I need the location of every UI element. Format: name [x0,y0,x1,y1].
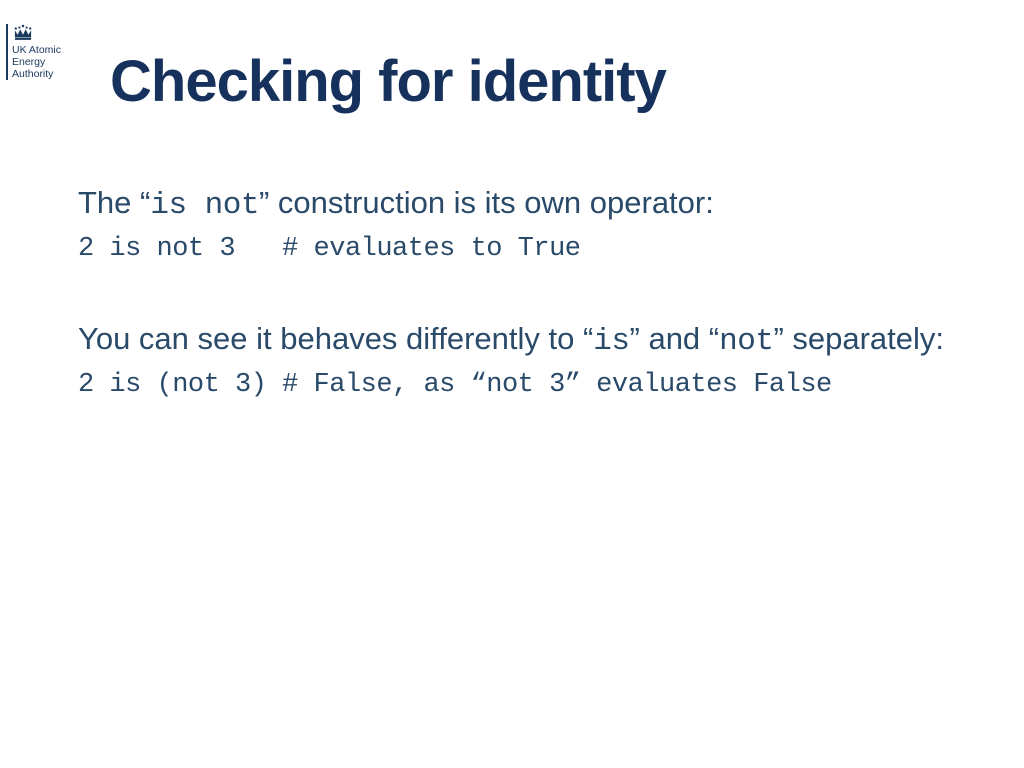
para2-code2: not [719,324,773,359]
slide-content: The “is not” construction is its own ope… [78,184,958,400]
para2-mid: ” and “ [630,321,720,356]
code-example-2: 2 is (not 3) # False, as “not 3” evaluat… [78,370,958,400]
org-logo: UK Atomic Energy Authority [6,24,76,80]
slide-title: Checking for identity [110,48,666,115]
logo-text-line2: Energy [12,56,45,68]
para2-suffix: ” separately: [773,321,944,356]
code-example-1: 2 is not 3 # evaluates to True [78,234,958,264]
logo-text-line1: UK Atomic [12,44,61,56]
logo-text-line3: Authority [12,68,53,80]
crown-icon [12,24,34,42]
para2-code1: is [593,324,629,359]
paragraph-2: You can see it behaves differently to “i… [78,320,958,360]
para1-prefix: The “ [78,185,150,220]
para1-code: is not [150,188,259,223]
para2-prefix: You can see it behaves differently to “ [78,321,593,356]
para1-suffix: ” construction is its own operator: [259,185,714,220]
paragraph-1: The “is not” construction is its own ope… [78,184,958,224]
